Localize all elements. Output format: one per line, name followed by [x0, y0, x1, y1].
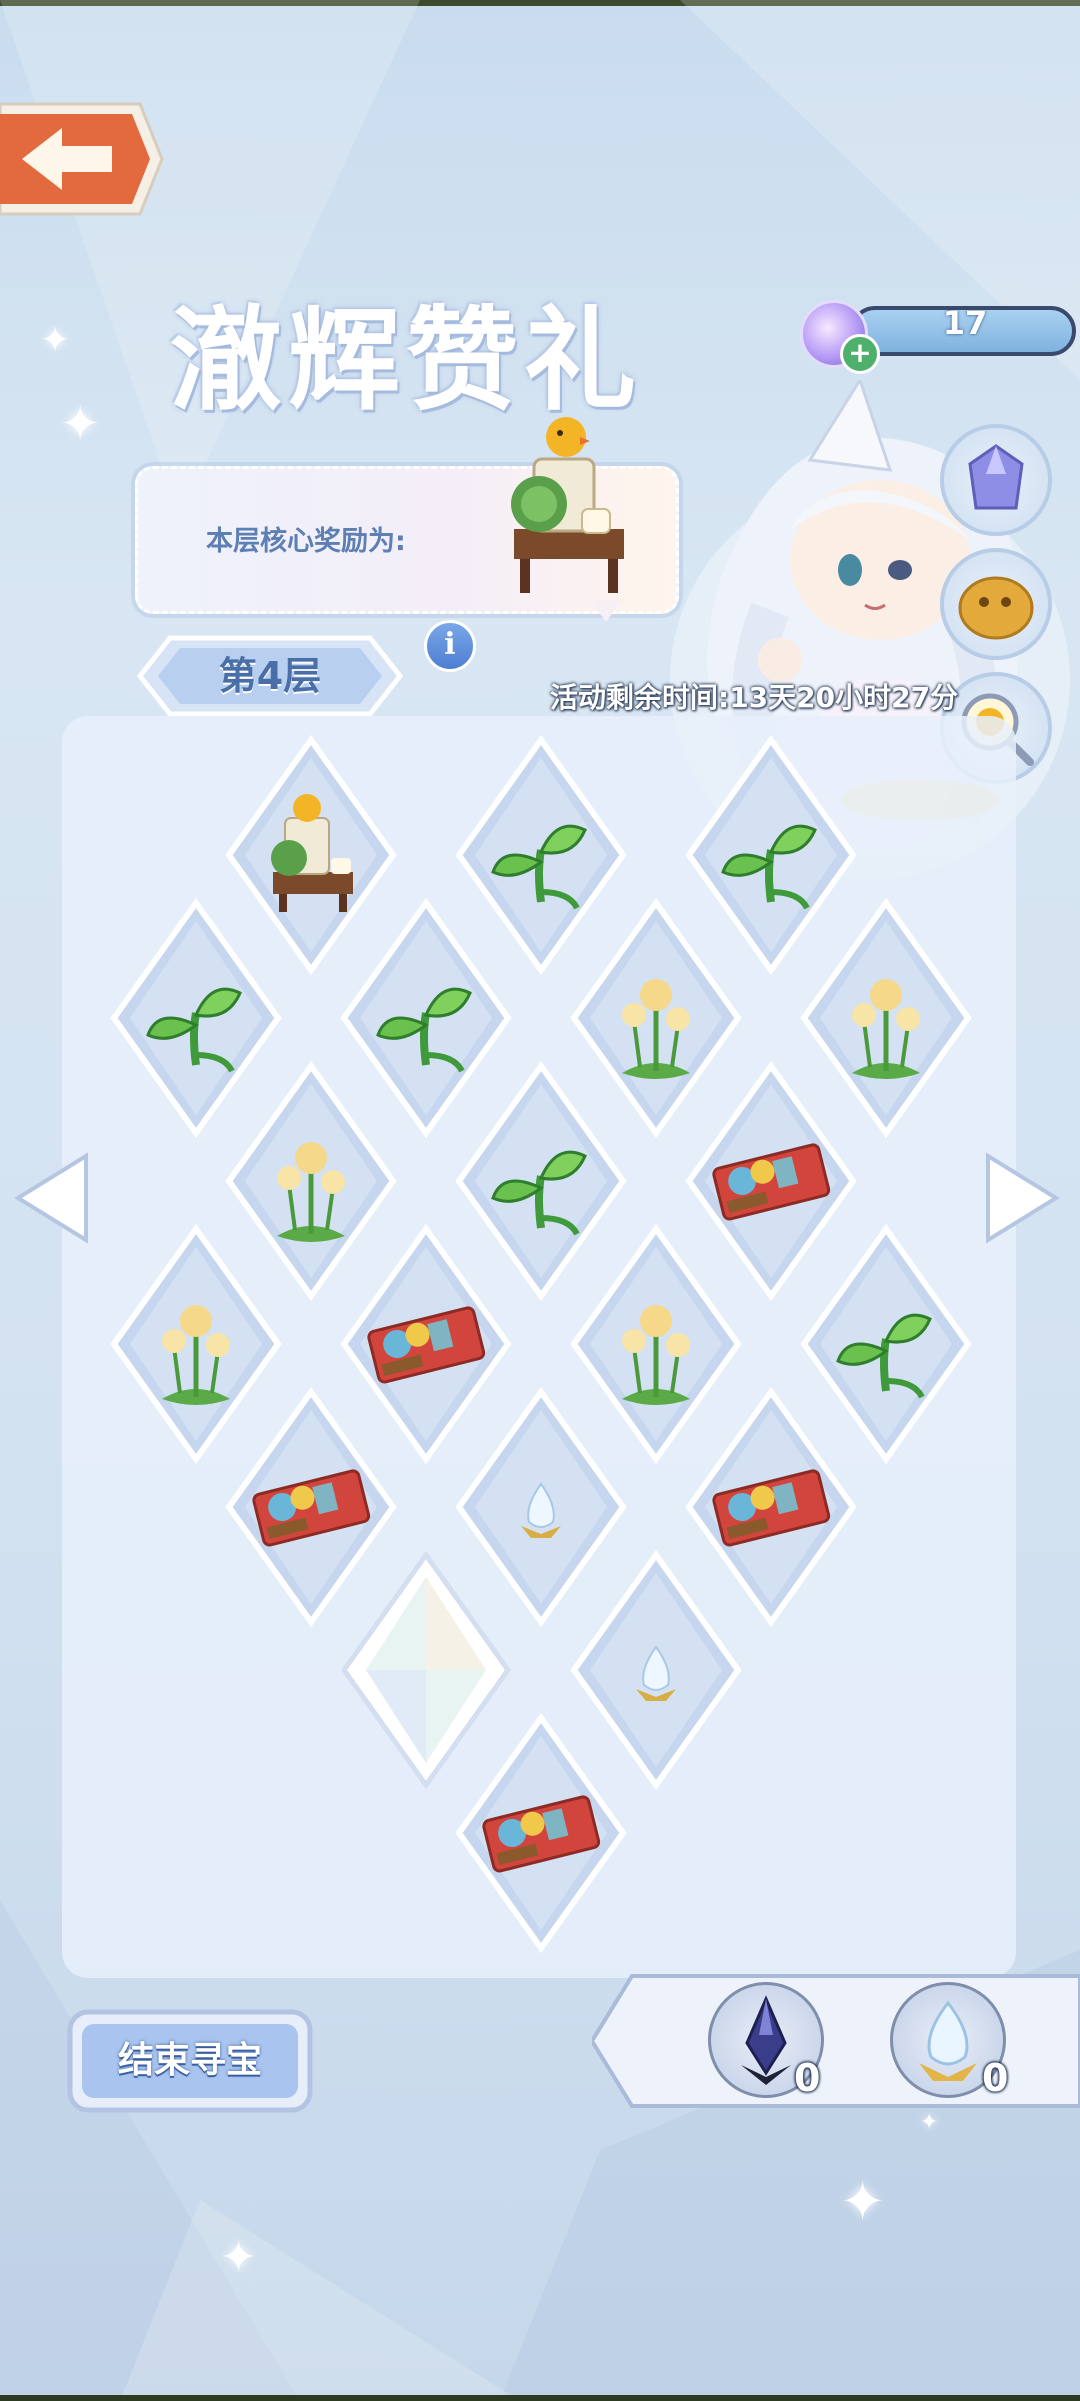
side-button-lion[interactable] [940, 548, 1052, 660]
sparkle-decoration: ✦ [60, 396, 101, 452]
sparkle-decoration: ✦ [840, 2170, 886, 2233]
end-button-label: 结束寻宝 [117, 2040, 262, 2081]
sparkle-decoration: ✦ [220, 2232, 257, 2283]
next-layer-arrow[interactable] [982, 1150, 1062, 1246]
furniture-reward-icon [511, 417, 624, 593]
layer-badge: 第4层 [120, 630, 420, 722]
dark-crystal-count: 0 [794, 2056, 821, 2100]
event-title: 澈辉赞礼 [170, 295, 642, 426]
back-button[interactable] [0, 100, 165, 218]
crystal-bag-icon [968, 444, 1024, 510]
light-crystal-count: 0 [982, 2056, 1009, 2100]
golden-lion-icon [958, 576, 1034, 640]
core-reward-panel: 本层核心奖励为: [135, 417, 679, 614]
grid-tile-ticket[interactable] [453, 1710, 629, 1956]
side-button-crystal[interactable] [940, 424, 1052, 536]
reward-panel-tail [590, 600, 622, 622]
bottom-edge [0, 2395, 1080, 2401]
sparkle-decoration: ✦ [40, 320, 71, 361]
add-currency-icon[interactable]: + [840, 334, 880, 374]
core-reward-label: 本层核心奖励为: [206, 526, 406, 557]
prev-layer-arrow[interactable] [12, 1150, 92, 1246]
info-icon[interactable]: i [424, 620, 476, 672]
layer-label: 第4层 [218, 654, 322, 698]
event-timer: 活动剩余时间:13天20小时27分 [550, 681, 959, 714]
inventory-panel: 0 0 [592, 1966, 1080, 2116]
end-treasure-hunt-button[interactable]: 结束寻宝 [66, 2008, 314, 2114]
currency-value: 17 [942, 304, 988, 342]
top-edge [0, 0, 1080, 6]
